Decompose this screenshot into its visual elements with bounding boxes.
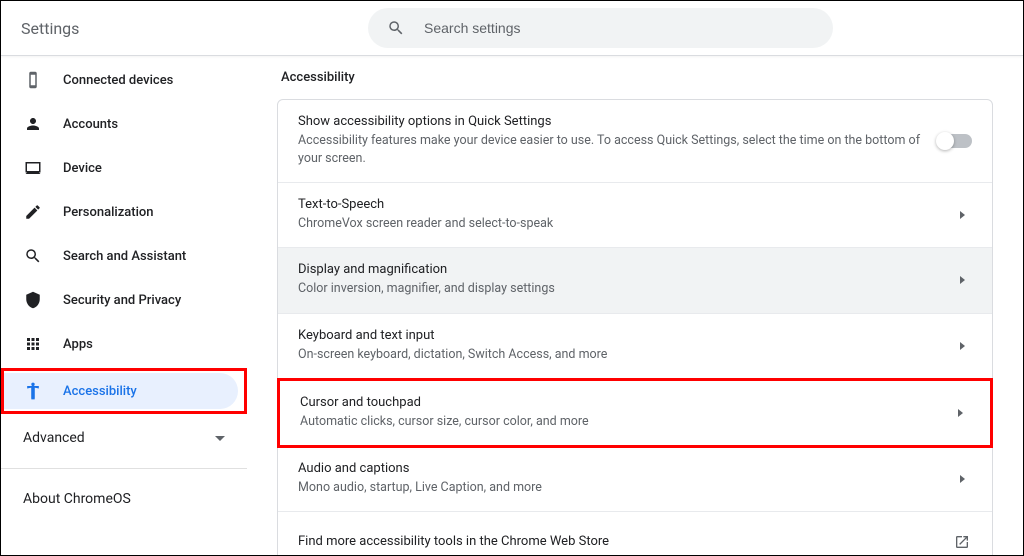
row-display-magnification[interactable]: Display and magnification Color inversio… bbox=[278, 248, 992, 313]
header: Settings bbox=[1, 1, 1023, 56]
row-sub: ChromeVox screen reader and select-to-sp… bbox=[298, 215, 952, 233]
sidebar-item-label: Apps bbox=[63, 337, 93, 352]
toggle-off[interactable] bbox=[938, 134, 972, 148]
sidebar-item-security-privacy[interactable]: Security and Privacy bbox=[1, 280, 239, 320]
accessibility-icon bbox=[23, 381, 43, 401]
section-title: Accessibility bbox=[281, 70, 993, 85]
row-text: Show accessibility options in Quick Sett… bbox=[298, 114, 938, 168]
search-bar[interactable] bbox=[368, 8, 833, 48]
chevron-down-icon bbox=[215, 436, 225, 441]
row-sub: Color inversion, magnifier, and display … bbox=[298, 280, 952, 298]
sidebar-item-accessibility[interactable]: Accessibility bbox=[1, 368, 247, 414]
sidebar-item-accounts[interactable]: Accounts bbox=[1, 104, 239, 144]
row-title: Keyboard and text input bbox=[298, 328, 952, 343]
settings-card: Show accessibility options in Quick Sett… bbox=[277, 99, 993, 555]
search-icon bbox=[23, 246, 43, 266]
sidebar-item-apps[interactable]: Apps bbox=[1, 324, 239, 364]
sidebar-item-label: Search and Assistant bbox=[63, 249, 186, 264]
row-title: Audio and captions bbox=[298, 461, 952, 476]
chevron-right-icon bbox=[952, 475, 972, 483]
row-quick-settings[interactable]: Show accessibility options in Quick Sett… bbox=[278, 100, 992, 183]
open-external-icon bbox=[952, 534, 972, 550]
pencil-icon bbox=[23, 202, 43, 222]
row-title: Text-to-Speech bbox=[298, 197, 952, 212]
row-cursor-touchpad[interactable]: Cursor and touchpad Automatic clicks, cu… bbox=[277, 378, 993, 448]
sidebar-item-label: Security and Privacy bbox=[63, 293, 181, 308]
advanced-label: Advanced bbox=[23, 430, 85, 446]
chevron-right-icon bbox=[952, 276, 972, 284]
row-sub: On-screen keyboard, dictation, Switch Ac… bbox=[298, 346, 952, 364]
sidebar-item-search-assistant[interactable]: Search and Assistant bbox=[1, 236, 239, 276]
sidebar-item-personalization[interactable]: Personalization bbox=[1, 192, 239, 232]
sidebar-item-connected-devices[interactable]: Connected devices bbox=[1, 60, 239, 100]
row-text: Audio and captions Mono audio, startup, … bbox=[298, 461, 952, 497]
divider bbox=[1, 468, 247, 469]
row-audio-captions[interactable]: Audio and captions Mono audio, startup, … bbox=[278, 447, 992, 512]
apps-icon bbox=[23, 334, 43, 354]
row-text-to-speech[interactable]: Text-to-Speech ChromeVox screen reader a… bbox=[278, 183, 992, 248]
about-label: About ChromeOS bbox=[23, 491, 131, 507]
sidebar: Connected devices Accounts Device Person… bbox=[1, 56, 247, 555]
sidebar-item-label: Device bbox=[63, 161, 102, 176]
row-sub: Automatic clicks, cursor size, cursor co… bbox=[300, 413, 950, 431]
chevron-right-icon bbox=[952, 211, 972, 219]
shield-icon bbox=[23, 290, 43, 310]
row-web-store[interactable]: Find more accessibility tools in the Chr… bbox=[278, 512, 992, 555]
row-text: Find more accessibility tools in the Chr… bbox=[298, 534, 952, 549]
chevron-right-icon bbox=[950, 409, 970, 417]
row-text: Text-to-Speech ChromeVox screen reader a… bbox=[298, 197, 952, 233]
app-title: Settings bbox=[21, 19, 79, 38]
sidebar-about[interactable]: About ChromeOS bbox=[1, 475, 247, 523]
row-title: Cursor and touchpad bbox=[300, 395, 950, 410]
row-sub: Accessibility features make your device … bbox=[298, 132, 938, 168]
sidebar-item-label: Accounts bbox=[63, 117, 118, 132]
row-title: Show accessibility options in Quick Sett… bbox=[298, 114, 938, 129]
row-text: Keyboard and text input On-screen keyboa… bbox=[298, 328, 952, 364]
row-title: Display and magnification bbox=[298, 262, 952, 277]
sidebar-item-label: Accessibility bbox=[63, 384, 137, 399]
content: Connected devices Accounts Device Person… bbox=[1, 56, 1023, 555]
sidebar-item-label: Personalization bbox=[63, 205, 154, 220]
main: Accessibility Show accessibility options… bbox=[247, 56, 1023, 555]
sidebar-item-label: Connected devices bbox=[63, 73, 173, 88]
sidebar-item-device[interactable]: Device bbox=[1, 148, 239, 188]
search-icon bbox=[386, 18, 406, 38]
laptop-icon bbox=[23, 158, 43, 178]
chevron-right-icon bbox=[952, 342, 972, 350]
row-text: Display and magnification Color inversio… bbox=[298, 262, 952, 298]
row-sub: Mono audio, startup, Live Caption, and m… bbox=[298, 479, 952, 497]
row-title: Find more accessibility tools in the Chr… bbox=[298, 534, 952, 549]
sidebar-advanced[interactable]: Advanced bbox=[1, 414, 247, 462]
row-keyboard-text-input[interactable]: Keyboard and text input On-screen keyboa… bbox=[278, 314, 992, 379]
person-icon bbox=[23, 114, 43, 134]
search-input[interactable] bbox=[424, 20, 815, 36]
row-text: Cursor and touchpad Automatic clicks, cu… bbox=[300, 395, 950, 431]
phone-icon bbox=[23, 70, 43, 90]
